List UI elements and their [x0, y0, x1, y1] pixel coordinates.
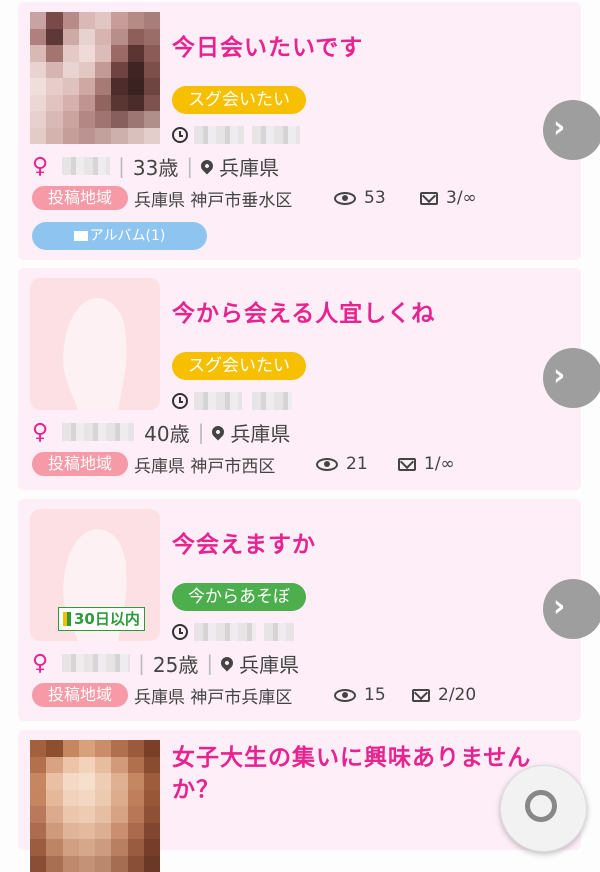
profile-info-row: ♀ | 33歳 | 兵庫県 [32, 152, 279, 180]
post-area-row: 投稿地域 兵庫県 神戸市兵庫区 15 2/20 [32, 682, 476, 708]
eye-icon [334, 688, 357, 702]
blurred-time [194, 126, 244, 144]
prefecture-label: 兵庫県 [230, 421, 291, 446]
mail-icon [412, 688, 431, 702]
blurred-nickname [62, 423, 135, 441]
post-title[interactable]: 今会えますか [172, 529, 567, 561]
silhouette-placeholder [30, 278, 160, 410]
blurred-time [252, 392, 292, 410]
eye-icon [334, 191, 357, 205]
blurred-nickname [62, 157, 111, 175]
view-count: 21 [346, 454, 368, 474]
next-arrow-button[interactable]: › [543, 100, 600, 160]
blurred-time [264, 623, 294, 641]
album-button[interactable]: アルバム(1) [32, 222, 207, 250]
profile-photo[interactable] [30, 740, 160, 872]
clock-icon [172, 624, 188, 640]
divider: | [186, 154, 194, 178]
female-icon: ♀ [32, 650, 49, 676]
profile-photo[interactable] [30, 278, 160, 410]
age-label: 25歳 [152, 652, 199, 677]
status-badge: スグ会いたい [172, 86, 306, 114]
female-icon: ♀ [32, 153, 49, 179]
post-area-row: 投稿地域 兵庫県 神戸市西区 21 1/∞ [32, 451, 455, 477]
profile-info-row: ♀ 40歳 | 兵庫県 [32, 418, 290, 446]
post-card[interactable]: 30日以内 今会えますか 今からあそぼ ♀ | 25歳 | 兵庫県 投稿地域 兵… [18, 499, 600, 721]
post-list: 今日会いたいです スグ会いたい ♀ | 33歳 | 兵庫県 投稿地域 兵庫県 神… [0, 0, 600, 872]
divider: | [138, 651, 145, 675]
pixelated-photo [30, 12, 160, 144]
profile-info-row: ♀ | 25歳 | 兵庫県 [32, 649, 299, 677]
location-pin-icon [218, 654, 236, 672]
post-card[interactable]: 今から会える人宜しくね スグ会いたい ♀ 40歳 | 兵庫県 投稿地域 兵庫県 … [18, 268, 600, 490]
status-badge: スグ会いたい [172, 352, 306, 380]
mail-icon [420, 191, 439, 205]
post-area-row: 投稿地域 兵庫県 神戸市垂水区 53 3/∞ [32, 185, 477, 211]
clock-icon [172, 127, 188, 143]
next-arrow-button[interactable]: › [543, 348, 600, 408]
location-pin-icon [198, 157, 216, 175]
search-icon [525, 790, 557, 822]
blurred-time [194, 623, 256, 641]
album-label: アルバム(1) [89, 228, 166, 244]
area-text: 兵庫県 神戸市西区 [134, 456, 276, 477]
location-pin-icon [209, 423, 227, 441]
clock-icon [172, 393, 188, 409]
post-card[interactable]: 今日会いたいです スグ会いたい ♀ | 33歳 | 兵庫県 投稿地域 兵庫県 神… [18, 2, 600, 260]
post-title[interactable]: 今日会いたいです [172, 32, 567, 64]
blurred-nickname [62, 654, 131, 672]
mail-count: 3/∞ [446, 188, 477, 208]
area-tag: 投稿地域 [32, 186, 129, 210]
last-login-row [172, 388, 292, 414]
next-arrow-button[interactable]: › [543, 579, 600, 639]
female-icon: ♀ [32, 419, 49, 445]
divider: | [197, 420, 205, 444]
beginner-label: 30日以内 [74, 610, 140, 628]
age-label: 40歳 [144, 421, 190, 446]
pixelated-photo [30, 740, 160, 872]
image-icon [73, 231, 88, 241]
mail-icon [398, 457, 417, 471]
mail-count: 1/∞ [424, 454, 455, 474]
area-text: 兵庫県 神戸市兵庫区 [134, 687, 293, 708]
eye-icon [316, 457, 339, 471]
blurred-time [252, 126, 300, 144]
post-card[interactable]: 女子大生の集いに興味ありませんか？ [18, 730, 581, 872]
divider: | [118, 154, 125, 178]
prefecture-label: 兵庫県 [239, 652, 300, 677]
divider: | [206, 651, 214, 675]
search-button[interactable] [500, 765, 587, 852]
beginner-badge: 30日以内 [58, 607, 145, 631]
blurred-time [194, 392, 242, 410]
area-tag: 投稿地域 [32, 452, 129, 476]
last-login-row [172, 122, 300, 148]
mail-count: 2/20 [438, 685, 477, 705]
status-badge: 今からあそぼ [172, 583, 306, 611]
view-count: 15 [364, 685, 386, 705]
last-login-row [172, 619, 294, 645]
beginner-mark-icon [63, 612, 71, 626]
area-tag: 投稿地域 [32, 683, 129, 707]
post-title[interactable]: 今から会える人宜しくね [172, 298, 567, 330]
area-text: 兵庫県 神戸市垂水区 [134, 190, 293, 211]
prefecture-label: 兵庫県 [219, 155, 280, 180]
silhouette-icon [63, 298, 127, 410]
age-label: 33歳 [132, 155, 179, 180]
profile-photo[interactable] [30, 12, 160, 144]
view-count: 53 [364, 188, 386, 208]
